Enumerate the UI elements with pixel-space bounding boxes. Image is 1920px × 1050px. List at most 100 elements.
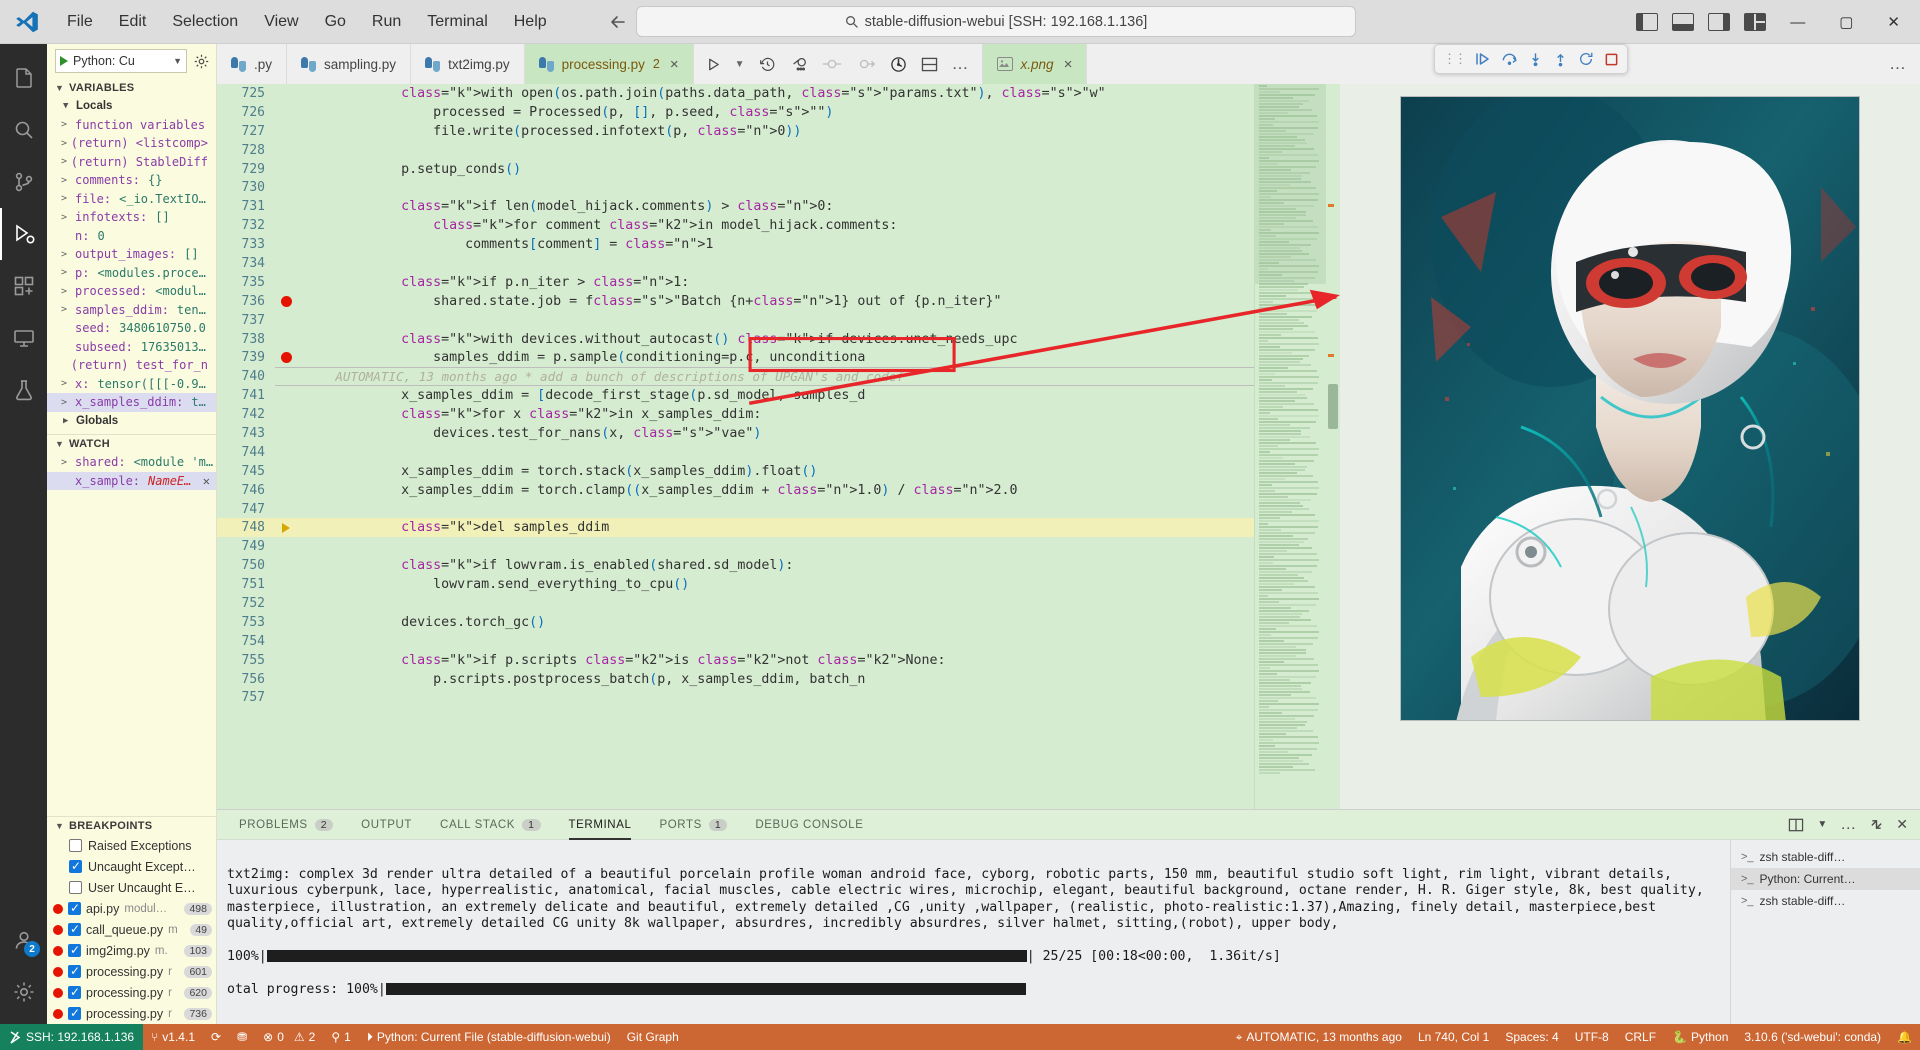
status-notifications[interactable]: 🔔 <box>1889 1024 1920 1050</box>
scrollbar-thumb[interactable] <box>1328 384 1338 429</box>
code-line[interactable]: 747 <box>217 500 1254 519</box>
variable-row[interactable]: n: 0 <box>47 227 216 246</box>
code-line[interactable]: 753 devices.torch_gc() <box>217 613 1254 632</box>
watch-row[interactable]: > shared: <module 'm… <box>47 453 216 472</box>
code-line[interactable]: 740 AUTOMATIC, 13 months ago * add a bun… <box>217 367 1254 387</box>
menu-selection[interactable]: Selection <box>159 9 251 35</box>
exception-breakpoint-row[interactable]: Raised Exceptions <box>47 835 216 856</box>
terminal-list-item[interactable]: >_ Python: Current… <box>1731 868 1920 890</box>
activity-search-icon[interactable] <box>0 104 47 156</box>
code-line[interactable]: 744 <box>217 443 1254 462</box>
panel-tab-problems[interactable]: PROBLEMS 2 <box>225 810 347 840</box>
breakpoint-row[interactable]: img2img.py m. 103 <box>47 940 216 961</box>
breakpoint-row[interactable]: processing.py r 620 <box>47 982 216 1003</box>
code-line[interactable]: 757 <box>217 689 1254 708</box>
panel-tab-call-stack[interactable]: CALL STACK 1 <box>426 810 554 840</box>
tab-txt2img-py[interactable]: txt2img.py <box>411 44 525 84</box>
exception-breakpoint-row[interactable]: User Uncaught E… <box>47 877 216 898</box>
code-line[interactable]: 751 lowvram.send_everything_to_cpu() <box>217 575 1254 594</box>
code-line[interactable]: 728 <box>217 141 1254 160</box>
split-editor-icon[interactable] <box>921 57 938 72</box>
run-config-select[interactable]: Python: Cu ▼ <box>55 49 187 73</box>
tab-sampling-py[interactable]: sampling.py <box>287 44 412 84</box>
code-line[interactable]: 727 file.write(processed.infotext(p, cla… <box>217 122 1254 141</box>
restart-icon[interactable] <box>1578 51 1594 67</box>
variable-row[interactable]: > (return) <listcomp> <box>47 134 216 153</box>
variable-row[interactable]: (return) test_for_n <box>47 356 216 375</box>
panel-tab-output[interactable]: OUTPUT <box>347 810 426 840</box>
status-branch[interactable]: ⑂ v1.4.1 <box>143 1024 203 1050</box>
code-line[interactable]: 736 shared.state.job = fclass="s">"Batch… <box>217 292 1254 311</box>
menu-file[interactable]: File <box>54 9 106 35</box>
checkbox[interactable] <box>68 901 81 915</box>
close-button[interactable]: ✕ <box>1877 13 1910 31</box>
variable-row[interactable]: > (return) StableDiff <box>47 153 216 172</box>
breakpoint-dot-icon[interactable] <box>53 1008 63 1019</box>
code-line[interactable]: 749 <box>217 537 1254 556</box>
status-interpreter[interactable]: 3.10.6 ('sd-webui': conda) <box>1736 1024 1889 1050</box>
checkbox[interactable] <box>69 839 82 852</box>
step-into-icon[interactable] <box>1528 52 1543 67</box>
coverage-icon[interactable] <box>890 56 907 73</box>
breakpoint-dot-icon[interactable] <box>53 924 63 935</box>
variables-scope-locals[interactable]: ▼ Locals <box>47 97 216 116</box>
history-icon[interactable] <box>759 56 776 73</box>
code-line[interactable]: 729 p.setup_conds() <box>217 160 1254 179</box>
toggle-primary-sidebar-icon[interactable] <box>1636 13 1659 31</box>
customize-layout-icon[interactable] <box>1744 13 1767 31</box>
status-indentation[interactable]: Spaces: 4 <box>1497 1024 1566 1050</box>
code-line[interactable]: 732 class="k">for comment class="k2">in … <box>217 216 1254 235</box>
maximize-panel-icon[interactable] <box>1870 818 1883 831</box>
checkbox[interactable] <box>69 859 82 873</box>
checkbox[interactable] <box>68 985 81 999</box>
chevron-down-icon[interactable]: ▼ <box>735 59 745 70</box>
menu-go[interactable]: Go <box>312 9 359 35</box>
activity-remote-explorer-icon[interactable] <box>0 312 47 364</box>
code-line[interactable]: 745 x_samples_ddim = torch.stack(x_sampl… <box>217 462 1254 481</box>
variable-row[interactable]: subseed: 17635013… <box>47 338 216 357</box>
status-run-config[interactable]: ⏵ Python: Current File (stable-diffusion… <box>359 1024 619 1050</box>
step-over-icon[interactable] <box>1501 52 1518 66</box>
code-line[interactable]: 725 class="k">with open(os.path.join(pat… <box>217 84 1254 103</box>
command-center-search[interactable]: stable-diffusion-webui [SSH: 192.168.1.1… <box>636 6 1356 37</box>
maximize-button[interactable]: ▢ <box>1829 13 1863 31</box>
breakpoint-icon[interactable] <box>822 57 842 71</box>
breakpoint-dot-icon[interactable] <box>53 987 63 998</box>
section-header-breakpoints[interactable]: ▼ BREAKPOINTS <box>47 816 216 835</box>
code-line[interactable]: 731 class="k">if len(model_hijack.commen… <box>217 197 1254 216</box>
status-eol[interactable]: CRLF <box>1617 1024 1664 1050</box>
breakpoint-dot-icon[interactable] <box>280 352 292 364</box>
breakpoint-dot-icon[interactable] <box>280 295 292 307</box>
continue-icon[interactable] <box>1475 52 1491 66</box>
status-git-blame[interactable]: ⌖ AUTOMATIC, 13 months ago <box>1228 1024 1410 1050</box>
status-encoding[interactable]: UTF-8 <box>1567 1024 1617 1050</box>
terminal-list-item[interactable]: >_ zsh stable-diff… <box>1731 846 1920 868</box>
code-line[interactable]: 733 comments[comment] = class="n">1 <box>217 235 1254 254</box>
more-actions-icon[interactable]: … <box>952 54 970 74</box>
gear-icon[interactable] <box>193 53 210 70</box>
code-line[interactable]: 738 class="k">with devices.without_autoc… <box>217 330 1254 349</box>
breakpoint-row[interactable]: call_queue.py m 49 <box>47 919 216 940</box>
menu-view[interactable]: View <box>251 9 311 35</box>
code-line[interactable]: 743 devices.test_for_nans(x, class="s">"… <box>217 424 1254 443</box>
toggle-panel-icon[interactable] <box>1672 13 1695 31</box>
checkbox[interactable] <box>68 964 81 978</box>
status-sync[interactable]: ⟳ <box>203 1024 229 1050</box>
run-to-cursor-icon[interactable] <box>790 56 808 73</box>
variable-row[interactable]: seed: 3480610750.0 <box>47 319 216 338</box>
tab-processing-py[interactable]: processing.py 2 × <box>524 44 694 84</box>
breakpoint-dot-icon[interactable] <box>53 903 63 914</box>
variable-row[interactable]: > x_samples_ddim: t… <box>47 393 216 412</box>
close-panel-icon[interactable]: ✕ <box>1896 816 1908 833</box>
status-graph[interactable]: ⛃ <box>229 1024 255 1050</box>
code-line[interactable]: 746 x_samples_ddim = torch.clamp((x_samp… <box>217 481 1254 500</box>
breakpoint-dot-icon[interactable] <box>53 945 63 956</box>
tab-x-png[interactable]: x.png × <box>981 44 1088 84</box>
minimize-button[interactable]: — <box>1780 14 1815 31</box>
code-editor[interactable]: 725 class="k">with open(os.path.join(pat… <box>217 84 1254 809</box>
checkbox[interactable] <box>68 922 81 936</box>
grip-handle[interactable]: ⋮⋮ <box>1443 51 1467 67</box>
activity-testing-icon[interactable] <box>0 364 47 416</box>
glyph-margin[interactable] <box>275 522 297 533</box>
editor-minimap[interactable] <box>1254 84 1326 809</box>
